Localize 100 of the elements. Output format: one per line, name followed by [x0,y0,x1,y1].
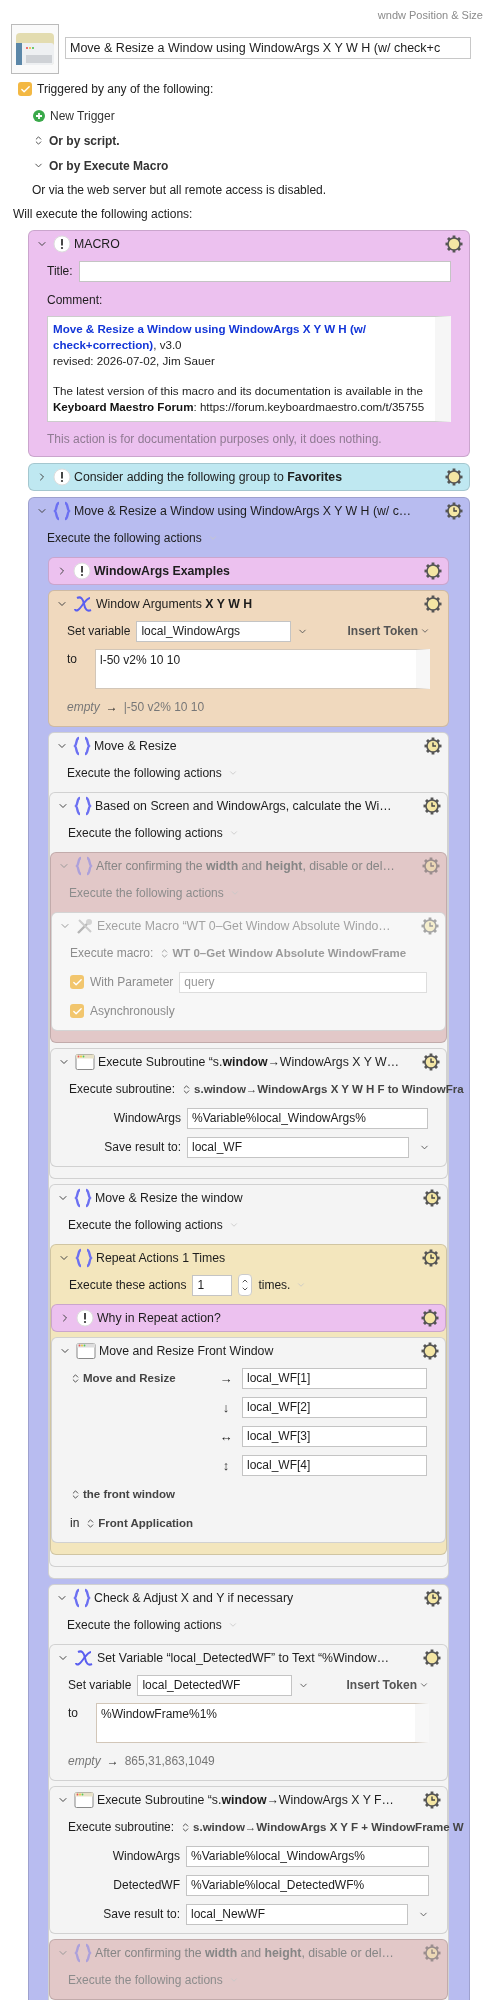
value-field[interactable]: local_WF[3] [242,1425,427,1447]
preview-text: 865,31,863,1049 [124,1754,215,1768]
down-icon [241,1285,250,1293]
trigger-option[interactable]: Or by Execute Macro [49,158,169,173]
popup-menu[interactable]: the front window [70,1488,175,1500]
insert-token-button[interactable]: Insert Token [347,624,430,638]
macro-name-field[interactable]: Move & Resize a Window using WindowArgs X Y W H (w/ check+c [65,37,471,59]
comment-field[interactable] [47,316,451,422]
trigger-option[interactable]: Or by script. [49,133,120,148]
script-x-icon [73,595,93,613]
title-field[interactable] [78,260,451,282]
value-field[interactable]: local_WF[2] [242,1396,427,1418]
value-field[interactable]: %Variable%local_DetectedWF% [186,1874,429,1896]
action-title: Based on Screen and WindowArgs, calculate the Wi… [95,799,393,813]
action-title: Move & Resize the window [95,1191,244,1205]
variable-field[interactable]: local_WF [187,1136,409,1158]
action-title: Check & Adjust X and Y if necessary [94,1591,295,1605]
checkbox-label: With Parameter [90,975,174,989]
variable-field[interactable]: local_DetectedWF [137,1674,293,1696]
execute-label: Execute the following actions [67,766,222,780]
macro-icon-well[interactable] [11,24,59,74]
window-title: wndw Position & Size [376,8,484,22]
chevron-icon[interactable] [227,768,238,778]
arrow-icon: → [106,1754,119,1768]
updown-icon [70,1372,81,1384]
app-window-icon [16,33,54,65]
variable-field[interactable]: local_WindowArgs [136,620,292,642]
window-icon [75,1053,95,1071]
checkbox[interactable] [18,82,32,96]
action-title: Why in Repeat action? [97,1311,222,1325]
window-icon [74,1791,94,1809]
action-title: Move & Resize [94,739,178,753]
exclamation-icon [53,468,71,486]
comment-text: The latest version of this macro and its documentation is available in the Keyboard Maestro Forum: https://forum.keyboardmaestro.com/t/35755 [53,383,426,415]
gear-clock-icon[interactable] [422,1053,440,1071]
text-field[interactable]: l-50 v2% 10 10 [95,649,430,689]
variable-field[interactable]: local_NewWF [186,1903,408,1925]
action-title: Window Arguments X Y W H [96,597,254,611]
exclamation-icon [76,1309,94,1327]
new-trigger-link[interactable]: New Trigger [50,109,115,123]
gear-clock-icon[interactable] [422,1249,440,1267]
action-title: Repeat Actions 1 Times [96,1251,227,1265]
popup-menu[interactable]: Move and Resize [70,1372,176,1384]
gear-clock-icon[interactable] [423,1791,441,1809]
popup-menu[interactable]: s.window→WindowArgs X Y W H F to WindowFra [181,1083,464,1095]
add-icon[interactable] [33,110,45,122]
field-label: times. [258,1278,291,1292]
action-title: Consider adding the following group to Favorites [74,470,343,484]
gear-clock-icon[interactable] [424,1589,442,1607]
exclamation-icon [73,562,91,580]
gear-clock-icon[interactable] [424,737,442,755]
field-label: Title: [47,264,73,278]
action-title: Move & Resize a Window using WindowArgs X Y W H (w/ c… [74,504,413,518]
braces-icon [74,796,92,816]
action-title: After confirming the width and height, disable or del… [95,1946,395,1960]
gear-clock-icon[interactable] [423,797,441,815]
execute-label: Execute the following actions [68,826,223,840]
updown-icon [70,1488,81,1500]
field-label: to [67,651,78,666]
empty-label: empty [67,700,100,714]
action-title: After confirming the width and height, disable or del… [96,859,396,873]
value-field[interactable]: %Variable%local_WindowArgs% [186,1845,429,1867]
gear-clock-icon[interactable] [423,1189,441,1207]
gear-icon[interactable] [421,1309,439,1327]
popup-menu[interactable]: s.window→WindowArgs X Y F + WindowFrame W [180,1821,464,1833]
field-label: in [70,1516,80,1530]
action-title: MACRO [74,237,121,251]
insert-token-button[interactable]: Insert Token [346,1678,429,1692]
field-label: Set variable [67,624,131,638]
actions-label: Will execute the following actions: [13,207,193,221]
triggers-label: Triggered by any of the following: [37,82,214,96]
count-field[interactable]: 1 [192,1274,233,1296]
up-icon [241,1277,250,1285]
execute-label: Execute the following actions [47,531,202,545]
gear-icon[interactable] [421,1342,439,1360]
value-field[interactable]: local_WF[4] [242,1454,427,1476]
field-label: Execute subroutine: [69,1082,176,1096]
popup-menu[interactable]: Front Application [85,1517,194,1529]
braces-icon [53,501,71,521]
text-field[interactable]: %WindowFrame%1% [96,1703,429,1743]
action-title: Set Variable “local_DetectedWF” to Text “%Window… [97,1651,391,1665]
gear-icon[interactable] [445,468,463,486]
window-icon [76,1342,96,1360]
stepper[interactable] [238,1274,253,1296]
gear-icon[interactable] [424,562,442,580]
updown-icon[interactable] [33,135,44,146]
empty-label: empty [68,1754,101,1768]
chevron-icon [419,1680,429,1690]
gear-icon[interactable] [423,1649,441,1667]
comment-text: revised: 2026-07-02, Jim Sauer [53,353,216,369]
chevron-icon[interactable] [227,1620,238,1630]
gear-icon[interactable] [424,595,442,613]
gear-icon[interactable] [445,235,463,253]
braces-icon [73,1588,91,1608]
chevron-icon[interactable] [228,1220,239,1230]
chevron-icon[interactable] [228,828,239,838]
braces-icon [75,1248,93,1268]
value-field[interactable]: %Variable%local_WindowArgs% [187,1107,428,1129]
gear-clock-icon[interactable] [445,502,463,520]
value-field[interactable]: local_WF[1] [242,1367,427,1389]
